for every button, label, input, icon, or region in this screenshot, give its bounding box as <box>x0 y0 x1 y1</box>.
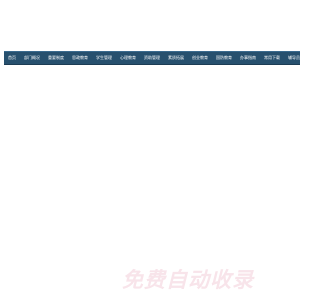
nav-item-label[interactable]: 国防教育 <box>212 51 236 65</box>
nav-item-label[interactable]: 重要制度 <box>44 51 68 65</box>
nav-item-ideological-education[interactable]: 思政教育 <box>68 52 92 64</box>
nav-item-psychological-education[interactable]: 心理教育 <box>116 52 140 64</box>
nav-item-entrepreneurship-education[interactable]: 创业教育 <box>188 52 212 64</box>
main-navigation-bar: 首页 部门概况 重要制度 思政教育 学生管理 心理教育 资助管理 素质拓展 创业… <box>4 51 308 65</box>
nav-item-label[interactable]: 心理教育 <box>116 51 140 65</box>
nav-item-student-management[interactable]: 学生管理 <box>92 52 116 64</box>
nav-item-label[interactable]: 部门概况 <box>20 51 44 65</box>
nav-item-counselor-home[interactable]: 辅导员之家 <box>284 52 312 64</box>
nav-item-quality-development[interactable]: 素质拓展 <box>164 52 188 64</box>
nav-item-department-overview[interactable]: 部门概况 <box>20 52 44 64</box>
nav-item-label[interactable]: 素质拓展 <box>164 51 188 65</box>
nav-item-label[interactable]: 学生管理 <box>92 51 116 65</box>
watermark: 免费自动收录 <box>122 262 300 298</box>
nav-item-label[interactable]: 常用下载 <box>260 51 284 65</box>
nav-item-label[interactable]: 办事指南 <box>236 51 260 65</box>
nav-item-label[interactable]: 创业教育 <box>188 51 212 65</box>
nav-item-downloads[interactable]: 常用下载 <box>260 52 284 64</box>
page: 首页 部门概况 重要制度 思政教育 学生管理 心理教育 资助管理 素质拓展 创业… <box>0 0 308 300</box>
nav-item-label[interactable]: 辅导员之家 <box>284 51 312 65</box>
watermark-text: 免费自动收录 <box>122 268 254 292</box>
nav-item-national-defense-education[interactable]: 国防教育 <box>212 52 236 64</box>
nav-item-service-guide[interactable]: 办事指南 <box>236 52 260 64</box>
nav-item-important-rules[interactable]: 重要制度 <box>44 52 68 64</box>
nav-item-home[interactable]: 首页 <box>4 52 20 64</box>
nav-item-label[interactable]: 思政教育 <box>68 51 92 65</box>
nav-item-label[interactable]: 首页 <box>4 51 20 65</box>
nav-item-label[interactable]: 资助管理 <box>140 51 164 65</box>
nav-item-financial-aid[interactable]: 资助管理 <box>140 52 164 64</box>
